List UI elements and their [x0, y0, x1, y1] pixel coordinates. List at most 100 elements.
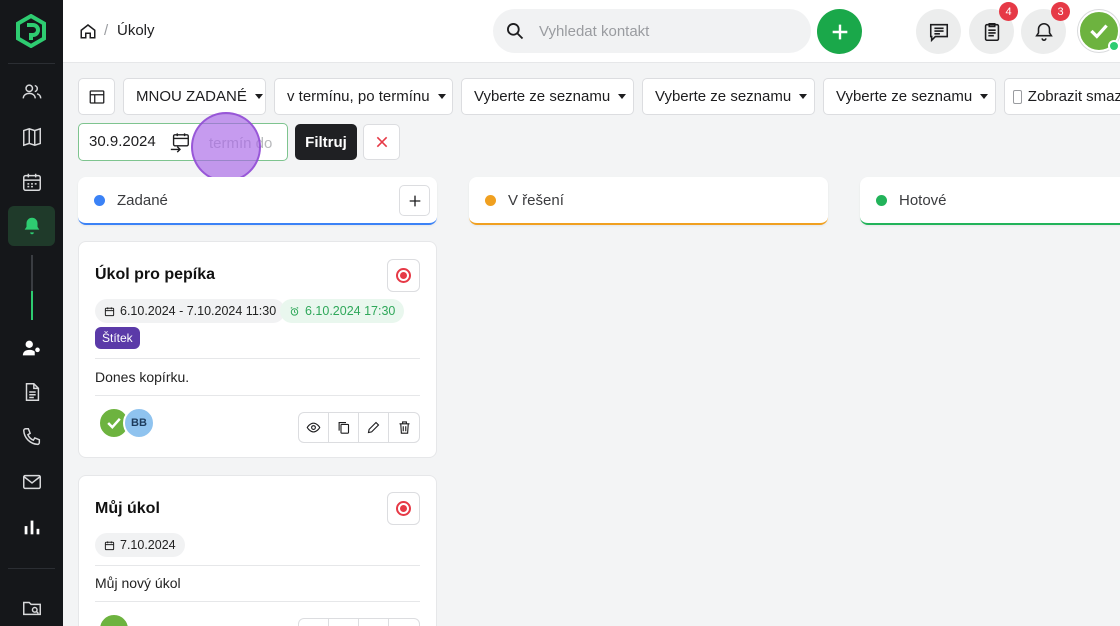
bell-outline-icon — [1034, 22, 1053, 41]
layout-toggle-button[interactable] — [78, 78, 115, 115]
notifications-badge: 3 — [1051, 2, 1070, 21]
calendar-arrow-icon[interactable] — [169, 132, 191, 154]
view-button[interactable] — [299, 619, 329, 626]
sidebar-item-tasks[interactable] — [8, 206, 55, 246]
pencil-icon — [367, 421, 380, 434]
task-card[interactable]: Úkol pro pepíka 6.10.2024 - 7.10.2024 11… — [78, 241, 437, 458]
plus-icon — [832, 24, 847, 39]
show-deleted-checkbox[interactable] — [1013, 89, 1022, 104]
sidebar-item-documents[interactable] — [8, 372, 55, 412]
task-actions — [298, 618, 420, 626]
term-filter-label: v termínu, po termínu — [287, 88, 430, 105]
date-text: 7.10.2024 — [120, 538, 176, 552]
view-button[interactable] — [299, 413, 329, 442]
chevron-down-icon — [254, 94, 263, 99]
close-icon — [376, 136, 387, 148]
sidebar-item-files[interactable] — [8, 588, 55, 626]
column-title: Zadané — [117, 191, 168, 209]
messages-button[interactable] — [916, 9, 961, 54]
chevron-down-icon — [980, 94, 989, 99]
click-indicator — [191, 112, 261, 182]
sidebar — [0, 0, 63, 626]
phone-icon — [22, 428, 40, 446]
copy-icon — [338, 421, 350, 434]
sidebar-item-map[interactable] — [8, 117, 55, 157]
copy-button[interactable] — [329, 413, 359, 442]
chevron-down-icon — [799, 94, 808, 99]
status-dot — [485, 194, 496, 206]
task-description: Můj nový úkol — [95, 575, 181, 591]
sidebar-item-mail[interactable] — [8, 462, 55, 502]
reminder-pill: 6.10.2024 17:30 — [280, 299, 405, 323]
sidebar-item-stats[interactable] — [8, 507, 55, 547]
bell-icon — [24, 217, 39, 235]
plus-icon — [409, 195, 420, 206]
add-button[interactable] — [817, 9, 862, 54]
online-status-dot — [1108, 40, 1120, 52]
date-range-pill: 6.10.2024 - 7.10.2024 11:30 — [95, 299, 286, 323]
sidebar-item-contacts[interactable] — [8, 72, 55, 112]
edit-button[interactable] — [359, 619, 389, 626]
term-filter-dropdown[interactable]: v termínu, po termínu — [274, 78, 453, 115]
delete-button[interactable] — [389, 413, 419, 442]
search-box[interactable] — [493, 9, 811, 53]
sidebar-item-user-settings[interactable] — [8, 328, 55, 368]
table-icon — [89, 89, 104, 104]
copy-button[interactable] — [329, 619, 359, 626]
page-title: Úkoly — [117, 22, 155, 39]
clipboard-icon — [984, 22, 999, 41]
select-filter-3[interactable]: Vyberte ze seznamu — [823, 78, 996, 115]
notifications-button[interactable]: 3 — [1021, 2, 1070, 54]
sidebar-progress-fill — [31, 291, 33, 320]
user-key-icon — [22, 340, 40, 357]
mail-icon — [22, 474, 41, 490]
users-icon — [22, 84, 41, 99]
map-icon — [22, 127, 41, 147]
chevron-down-icon — [618, 94, 627, 99]
calendar-icon — [104, 540, 115, 550]
check-icon — [1090, 24, 1108, 39]
delete-button[interactable] — [389, 619, 419, 626]
assignee-avatar[interactable] — [98, 613, 130, 626]
tasks-button[interactable]: 4 — [969, 2, 1018, 54]
home-icon[interactable] — [79, 22, 97, 40]
top-header: / Úkoly 4 3 — [63, 0, 1120, 63]
priority-button[interactable] — [387, 492, 420, 525]
show-deleted-toggle[interactable]: Zobrazit smaz — [1004, 78, 1120, 115]
clear-filter-button[interactable] — [363, 124, 400, 160]
status-dot — [94, 194, 105, 206]
task-title: Úkol pro pepíka — [95, 266, 216, 283]
tasks-badge: 4 — [999, 2, 1018, 21]
add-task-button[interactable] — [399, 185, 430, 216]
sidebar-item-calls[interactable] — [8, 417, 55, 457]
check-icon — [107, 417, 121, 429]
search-input[interactable] — [539, 22, 779, 40]
filter-button[interactable]: Filtruj — [295, 124, 357, 160]
sidebar-progress-track — [31, 255, 33, 291]
record-icon — [396, 268, 411, 283]
date-from-value[interactable]: 30.9.2024 — [89, 133, 156, 150]
assigned-filter-dropdown[interactable]: MNOU ZADANÉ — [123, 78, 266, 115]
select-filter-2[interactable]: Vyberte ze seznamu — [642, 78, 815, 115]
card-divider — [95, 358, 420, 359]
folder-search-icon — [22, 601, 41, 616]
document-icon — [25, 383, 39, 401]
record-icon — [396, 501, 411, 516]
sidebar-item-calendar[interactable] — [8, 162, 55, 202]
date-range-text: 6.10.2024 - 7.10.2024 11:30 — [120, 304, 277, 318]
select-filter-1[interactable]: Vyberte ze seznamu — [461, 78, 634, 115]
trash-icon — [399, 421, 409, 434]
calendar-icon — [22, 173, 41, 191]
assignee-avatar-initials[interactable]: BB — [123, 407, 155, 439]
show-deleted-label: Zobrazit smaz — [1027, 88, 1120, 105]
task-description: Dones kopírku. — [95, 369, 190, 385]
column-hotove: Hotové — [860, 177, 1120, 225]
priority-button[interactable] — [387, 259, 420, 292]
task-actions — [298, 412, 420, 443]
logo-icon[interactable] — [14, 14, 48, 48]
card-divider — [95, 565, 420, 566]
task-card[interactable]: Můj úkol 7.10.2024 Můj nový úkol — [78, 475, 437, 626]
search-icon — [507, 23, 524, 40]
edit-button[interactable] — [359, 413, 389, 442]
user-avatar[interactable] — [1078, 10, 1120, 52]
